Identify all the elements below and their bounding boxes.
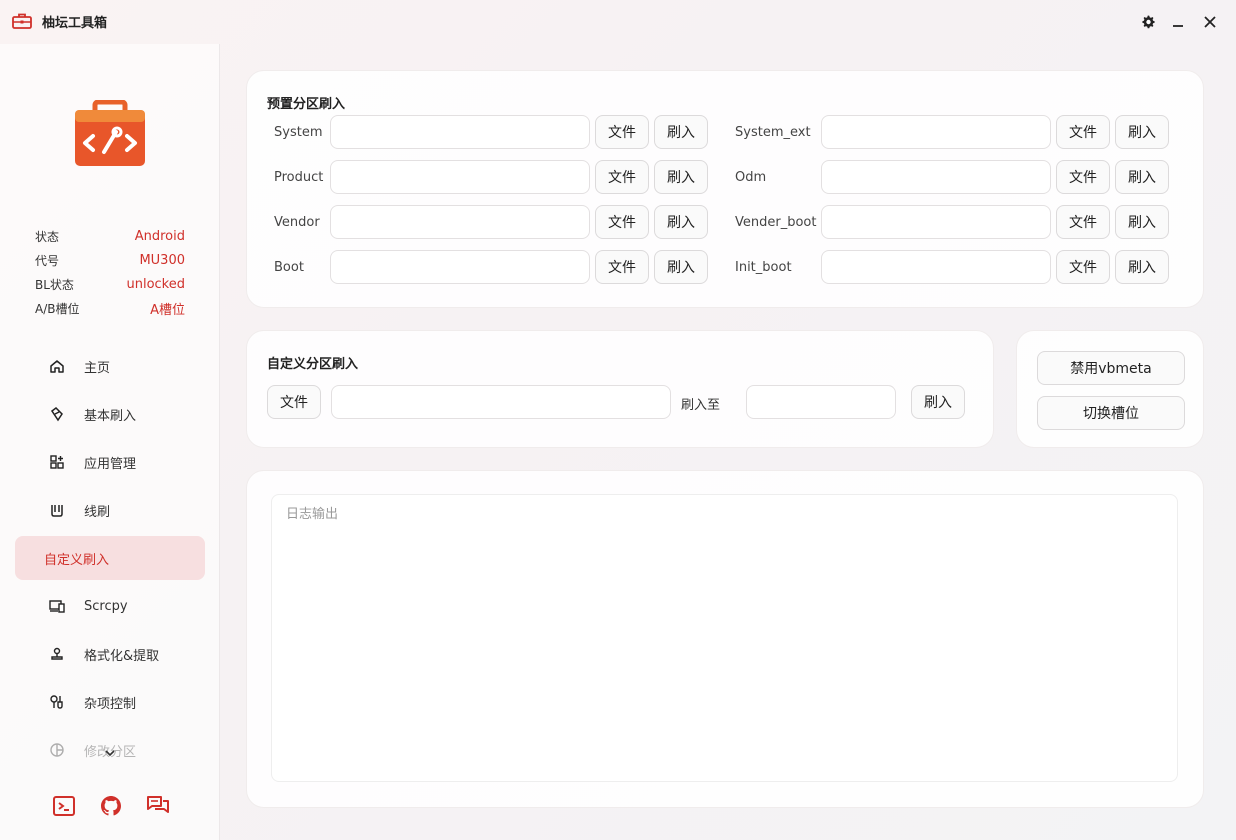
custom-file-input[interactable] [331, 385, 671, 419]
device-info-row: BL状态 unlocked [35, 272, 185, 296]
toolbox-icon [12, 13, 32, 29]
partition-path-input[interactable] [821, 205, 1051, 239]
partition-flash-button[interactable]: 刷入 [1115, 250, 1169, 284]
apps-icon [49, 454, 65, 470]
switch-slot-button[interactable]: 切换槽位 [1037, 396, 1185, 430]
log-output[interactable] [271, 494, 1178, 782]
device-info: 状态 Android 代号 MU300 BL状态 unlocked A/B槽位 A槽位 [35, 224, 185, 320]
custom-flash-button[interactable]: 刷入 [911, 385, 965, 419]
partition-path-input[interactable] [821, 250, 1051, 284]
partition-flash-button[interactable]: 刷入 [1115, 160, 1169, 194]
partition-flash-button[interactable]: 刷入 [654, 115, 708, 149]
sidebar-item-3[interactable]: 应用管理 [15, 440, 205, 484]
partition-label: Boot [274, 260, 304, 275]
device-info-label: BL状态 [35, 277, 74, 292]
partition-file-button[interactable]: 文件 [595, 205, 649, 239]
sidebar-item-2[interactable]: 基本刷入 [15, 392, 205, 436]
sidebar-item-1[interactable]: 主页 [15, 344, 205, 388]
sidebar-item-label: 格式化&提取 [84, 648, 160, 664]
chevron-down-icon[interactable] [102, 748, 118, 760]
partition-file-button[interactable]: 文件 [595, 115, 649, 149]
minimize-button[interactable] [1168, 12, 1188, 32]
partition-file-button[interactable]: 文件 [595, 250, 649, 284]
partition-path-input[interactable] [821, 160, 1051, 194]
partition-file-button[interactable]: 文件 [1056, 250, 1110, 284]
preset-card-title: 预置分区刷入 [267, 97, 346, 112]
close-icon [1204, 16, 1216, 28]
partition-flash-button[interactable]: 刷入 [1115, 205, 1169, 239]
flash-icon [49, 406, 65, 422]
device-info-label: 状态 [35, 229, 60, 244]
flash-to-label: 刷入至 [681, 398, 721, 413]
app-logo [75, 100, 145, 166]
sidebar-item-label: 主页 [84, 360, 111, 376]
partition-label: System [274, 125, 323, 140]
actions-card: 禁用vbmeta 切换槽位 [1016, 330, 1204, 448]
disable-vbmeta-button[interactable]: 禁用vbmeta [1037, 351, 1185, 385]
partition-file-button[interactable]: 文件 [595, 160, 649, 194]
devices-icon [49, 598, 65, 614]
partition-label: Odm [735, 170, 767, 185]
settings-button[interactable] [1138, 12, 1158, 32]
partition-label: Product [274, 170, 324, 185]
partition-flash-button[interactable]: 刷入 [654, 250, 708, 284]
title-bar: 柚坛工具箱 [0, 0, 1236, 44]
target-partition-input[interactable] [746, 385, 896, 419]
close-button[interactable] [1200, 12, 1220, 32]
partition-flash-button[interactable]: 刷入 [1115, 115, 1169, 149]
partition-path-input[interactable] [821, 115, 1051, 149]
partition-label: System_ext [735, 125, 811, 140]
bottom-icon-bar [50, 794, 180, 820]
custom-card-title: 自定义分区刷入 [267, 357, 359, 372]
partition-path-input[interactable] [330, 160, 590, 194]
tools-icon [49, 694, 65, 710]
partition-file-button[interactable]: 文件 [1056, 115, 1110, 149]
partition-file-button[interactable]: 文件 [1056, 205, 1110, 239]
stamp-icon [49, 646, 65, 662]
sidebar-item-4[interactable]: 线刷 [15, 488, 205, 532]
chat-icon[interactable] [146, 794, 170, 818]
sidebar-item-label: 基本刷入 [84, 408, 137, 424]
sidebar-item-label: 应用管理 [84, 456, 137, 472]
partition-path-input[interactable] [330, 250, 590, 284]
sidebar: 状态 Android 代号 MU300 BL状态 unlocked A/B槽位 A槽位 主页基… [0, 44, 220, 840]
partition-label: Vender_boot [735, 215, 817, 230]
gear-icon [1142, 15, 1155, 29]
partition-path-input[interactable] [330, 205, 590, 239]
partition-flash-button[interactable]: 刷入 [654, 160, 708, 194]
app-title: 柚坛工具箱 [42, 16, 108, 31]
terminal-icon[interactable] [52, 794, 76, 818]
custom-partition-card: 自定义分区刷入 文件 刷入至 刷入 [246, 330, 994, 448]
sidebar-item-7[interactable]: 格式化&提取 [15, 632, 205, 676]
partition-label: Vendor [274, 215, 320, 230]
device-info-row: A/B槽位 A槽位 [35, 296, 185, 320]
preset-partition-card: 预置分区刷入 System 文件 刷入 Product 文件 刷入 Vendor 文件 刷入 Bo… [246, 70, 1204, 308]
minimize-icon [1173, 25, 1183, 27]
partition-flash-button[interactable]: 刷入 [654, 205, 708, 239]
github-icon[interactable] [99, 794, 123, 818]
sidebar-item-8[interactable]: 杂项控制 [15, 680, 205, 724]
sidebar-nav: 主页 基本刷入 应用管理 线刷 自定义刷入 Scrcpy 格式化&提取 杂项控制 修改分区 [15, 344, 205, 776]
device-info-row: 代号 MU300 [35, 248, 185, 272]
custom-file-button[interactable]: 文件 [267, 385, 321, 419]
cable-icon [49, 502, 65, 518]
device-info-label: 代号 [35, 253, 60, 268]
device-info-value: A槽位 [150, 302, 185, 318]
home-icon [49, 358, 65, 374]
sidebar-item-5[interactable]: 自定义刷入 [15, 536, 205, 580]
partition-path-input[interactable] [330, 115, 590, 149]
sidebar-item-label: 自定义刷入 [44, 552, 110, 568]
pie-icon [49, 742, 65, 758]
device-info-value: MU300 [139, 252, 185, 268]
sidebar-item-6[interactable]: Scrcpy [15, 584, 205, 628]
device-info-label: A/B槽位 [35, 301, 80, 316]
partition-file-button[interactable]: 文件 [1056, 160, 1110, 194]
device-info-value: unlocked [126, 276, 185, 292]
sidebar-item-label: 线刷 [84, 504, 111, 520]
sidebar-item-label: Scrcpy [84, 598, 128, 614]
partition-label: Init_boot [735, 260, 792, 275]
device-info-row: 状态 Android [35, 224, 185, 248]
device-info-value: Android [134, 228, 185, 244]
sidebar-item-label: 杂项控制 [84, 696, 137, 712]
